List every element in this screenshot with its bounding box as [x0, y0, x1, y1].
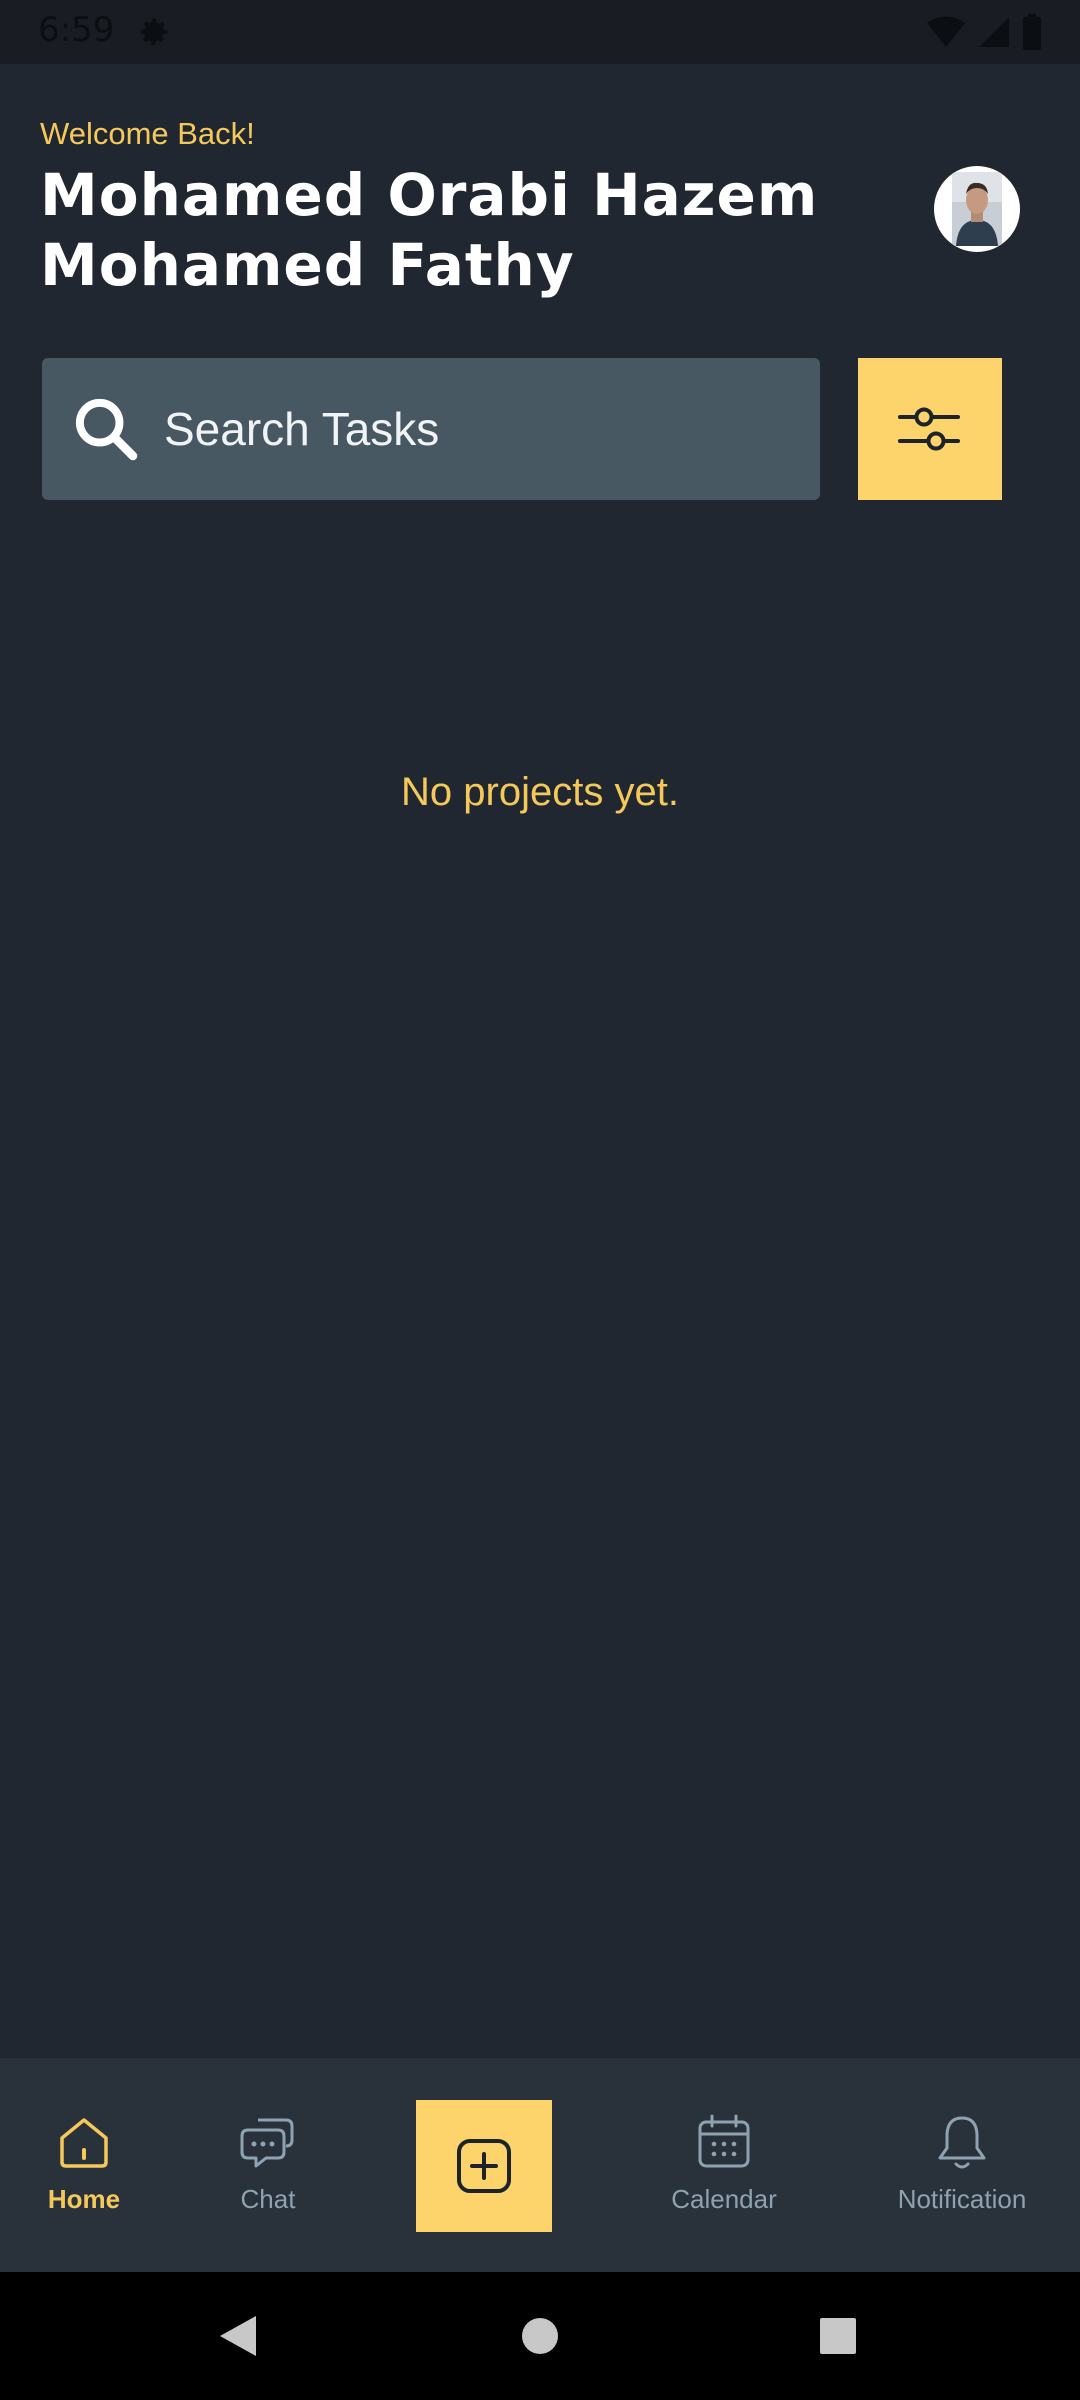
nav-item-chat[interactable]: Chat — [208, 2058, 328, 2272]
status-bar: 6:59 — [0, 0, 1080, 64]
sliders-icon — [898, 407, 960, 451]
wifi-icon — [927, 16, 965, 47]
welcome-text: Welcome Back! — [40, 116, 255, 151]
user-name: Mohamed Orabi Hazem Mohamed Fathy — [40, 161, 819, 299]
avatar[interactable] — [934, 166, 1020, 252]
empty-state-message: No projects yet. — [401, 770, 679, 814]
search-input[interactable] — [164, 402, 764, 456]
add-task-button[interactable] — [416, 2100, 552, 2232]
avatar-photo — [952, 172, 1002, 246]
nav-label-chat: Chat — [240, 2184, 296, 2214]
search-icon — [75, 398, 138, 461]
system-nav-bar — [0, 2272, 1080, 2400]
bottom-nav: Home Chat Calendar Notification — [0, 2058, 1080, 2272]
status-icons — [926, 12, 1042, 52]
nav-label-calendar: Calendar — [671, 2184, 777, 2214]
bell-icon — [938, 2116, 986, 2169]
battery-icon — [1023, 14, 1041, 50]
nav-label-notification: Notification — [897, 2184, 1027, 2214]
back-icon[interactable] — [216, 2312, 260, 2360]
recents-icon[interactable] — [818, 2312, 858, 2360]
calendar-icon — [698, 2114, 750, 2168]
nav-item-home[interactable]: Home — [24, 2058, 144, 2272]
home-circle-icon[interactable] — [520, 2312, 560, 2360]
add-square-icon — [457, 2139, 511, 2193]
nav-item-notification[interactable]: Notification — [882, 2058, 1042, 2272]
gear-icon — [140, 18, 168, 45]
home-icon — [60, 2118, 108, 2168]
nav-label-home: Home — [47, 2184, 121, 2214]
search-box[interactable] — [42, 358, 820, 500]
filter-button[interactable] — [858, 358, 1002, 500]
status-time: 6:59 — [38, 10, 115, 50]
signal-icon — [979, 17, 1009, 47]
nav-item-calendar[interactable]: Calendar — [656, 2058, 792, 2272]
chat-icon — [240, 2118, 294, 2168]
